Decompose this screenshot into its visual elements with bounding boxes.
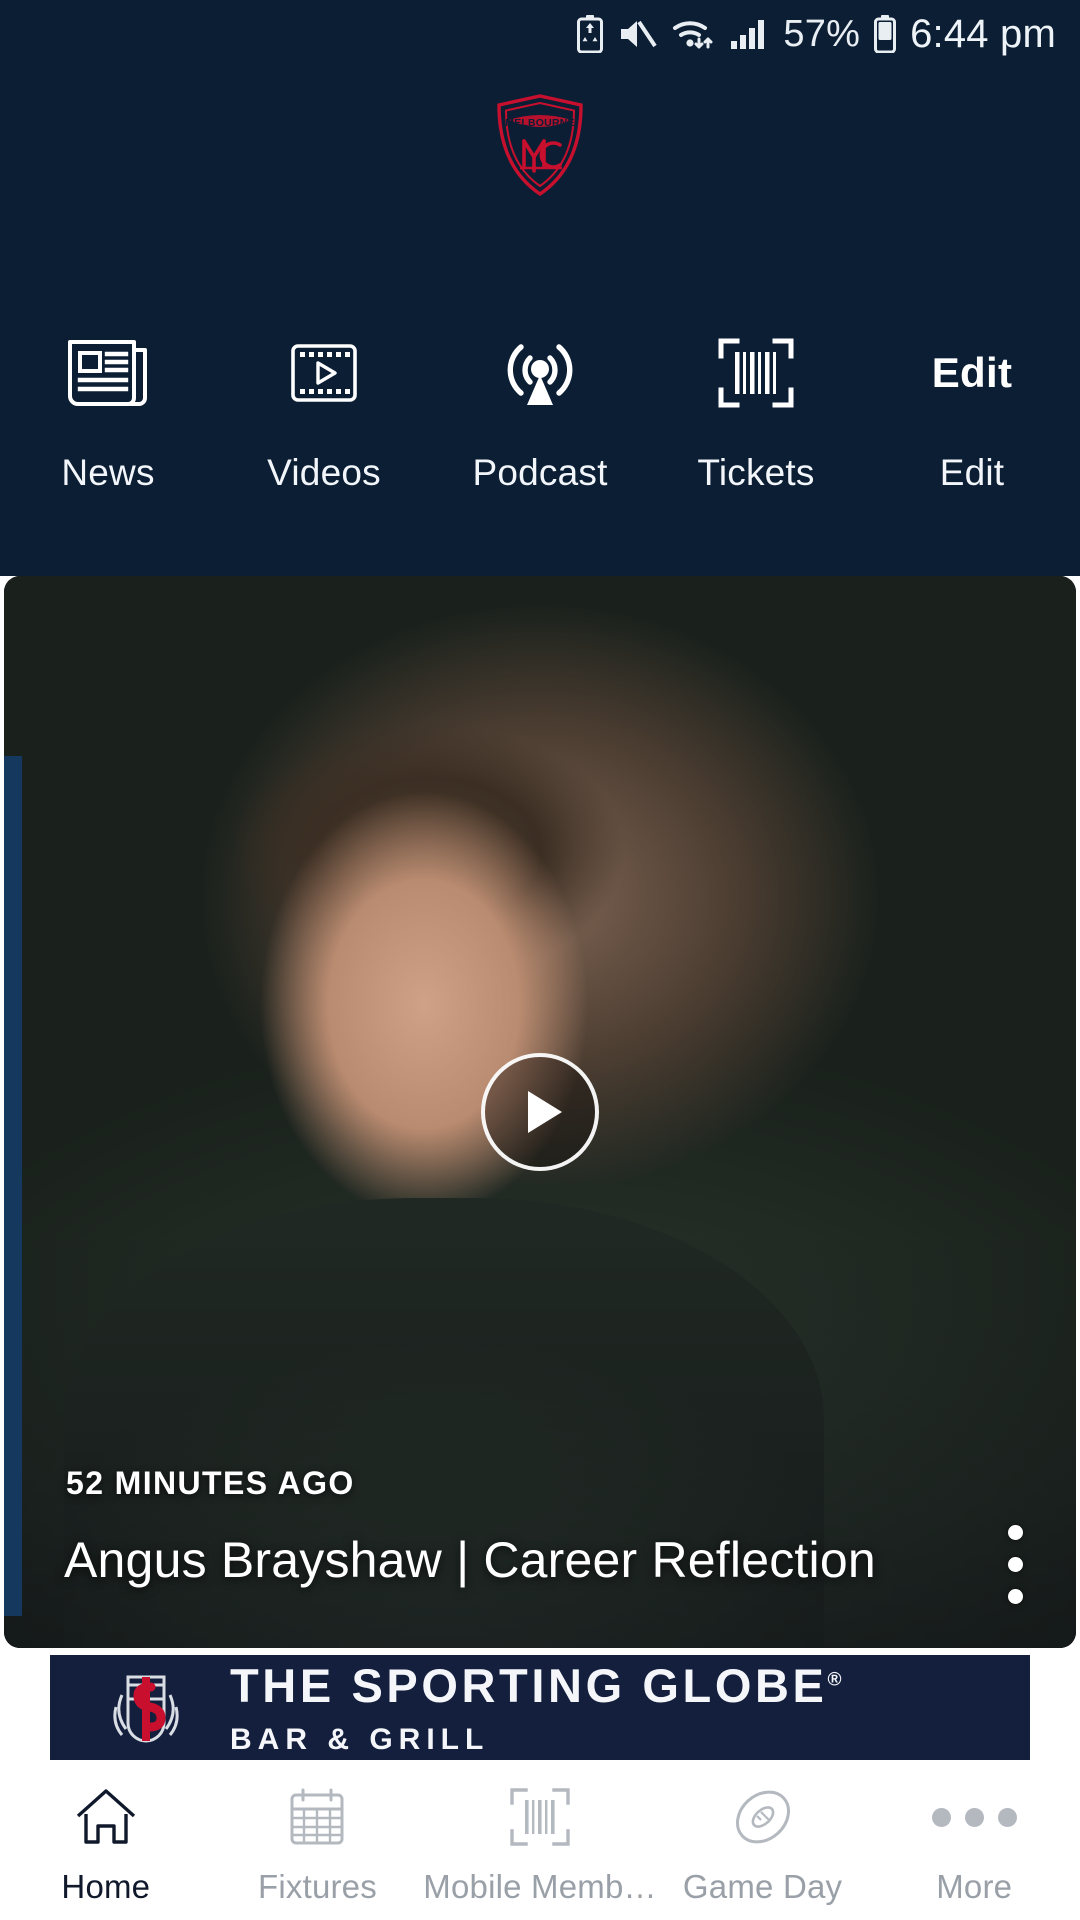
more-dot bbox=[931, 1807, 951, 1827]
newspaper-icon bbox=[66, 318, 150, 428]
app-header: MELBOURNE News Videos Podcast Tickets Ed… bbox=[0, 68, 1080, 576]
banner-text-block: THE SPORTING GLOBE® BAR & GRILL bbox=[230, 1658, 842, 1757]
kebab-dot bbox=[1007, 1556, 1023, 1572]
nav-item-home[interactable]: Home bbox=[0, 1774, 212, 1906]
bottom-navigation-bar: Home Fixtures Mobile Memb… Game Day More bbox=[0, 1760, 1080, 1920]
nav-item-game-day[interactable]: Game Day bbox=[657, 1774, 869, 1906]
more-dot bbox=[997, 1807, 1017, 1827]
edit-text-icon: Edit bbox=[932, 318, 1013, 428]
nav-item-more[interactable]: More bbox=[868, 1774, 1080, 1906]
banner-title: THE SPORTING GLOBE® bbox=[230, 1658, 842, 1713]
more-dot bbox=[964, 1807, 984, 1827]
card-title: Angus Brayshaw | Career Reflection bbox=[64, 1532, 876, 1588]
video-story-card[interactable]: 52 MINUTES AGO Angus Brayshaw | Career R… bbox=[4, 576, 1076, 1648]
calendar-icon bbox=[288, 1774, 346, 1860]
banner-subtitle: BAR & GRILL bbox=[230, 1723, 490, 1756]
broadcast-antenna-icon bbox=[499, 318, 581, 428]
quick-link-label: Edit bbox=[939, 452, 1005, 493]
registered-mark: ® bbox=[827, 1669, 842, 1691]
banner-title-text: THE SPORTING GLOBE bbox=[230, 1659, 828, 1712]
the-sporting-globe-ad[interactable]: THE SPORTING GLOBE® BAR & GRILL bbox=[50, 1655, 1030, 1760]
barcode-scan-icon bbox=[717, 318, 795, 428]
battery-saver-icon bbox=[577, 15, 604, 53]
cellular-signal-icon bbox=[729, 17, 769, 51]
nav-label: Home bbox=[61, 1868, 151, 1905]
nav-label: Mobile Memb… bbox=[423, 1868, 657, 1905]
quick-link-videos[interactable]: Videos bbox=[216, 318, 432, 494]
football-icon bbox=[732, 1774, 794, 1860]
nav-label: Fixtures bbox=[257, 1868, 377, 1905]
wifi-icon bbox=[671, 17, 715, 51]
sporting-globe-crest-icon bbox=[98, 1655, 194, 1760]
quick-link-tickets[interactable]: Tickets bbox=[648, 318, 864, 494]
more-dots-group bbox=[931, 1807, 1017, 1827]
barcode-scan-icon bbox=[509, 1774, 571, 1860]
card-accent-bar bbox=[4, 756, 22, 1616]
nav-item-fixtures[interactable]: Fixtures bbox=[212, 1774, 424, 1906]
club-logo-wrap[interactable]: MELBOURNE bbox=[0, 93, 1080, 202]
battery-percent-label: 57% bbox=[783, 12, 861, 55]
quick-link-label: Videos bbox=[267, 452, 381, 493]
battery-icon bbox=[874, 15, 897, 53]
home-icon bbox=[75, 1774, 137, 1860]
nav-label: More bbox=[936, 1868, 1013, 1905]
quick-link-label: Podcast bbox=[472, 452, 608, 493]
kebab-menu-icon[interactable] bbox=[992, 1514, 1038, 1614]
kebab-dot bbox=[1007, 1588, 1023, 1604]
play-triangle bbox=[528, 1091, 562, 1133]
quick-link-label: Tickets bbox=[697, 452, 815, 493]
film-play-icon bbox=[289, 318, 359, 428]
quick-links-row: News Videos Podcast Tickets Edit Edit bbox=[0, 318, 1080, 494]
play-icon[interactable] bbox=[481, 1053, 599, 1171]
melbourne-football-club-logo[interactable]: MELBOURNE bbox=[494, 93, 586, 202]
quick-link-label: News bbox=[61, 452, 155, 493]
edit-glyph-label: Edit bbox=[931, 349, 1013, 396]
quick-link-podcast[interactable]: Podcast bbox=[432, 318, 648, 494]
nav-label: Game Day bbox=[682, 1868, 843, 1905]
quick-link-news[interactable]: News bbox=[0, 318, 216, 494]
kebab-dot bbox=[1007, 1524, 1023, 1540]
more-dots-icon bbox=[931, 1774, 1017, 1860]
svg-text:MELBOURNE: MELBOURNE bbox=[505, 117, 574, 129]
status-bar-clock: 6:44 pm bbox=[910, 11, 1056, 56]
mute-icon bbox=[617, 17, 658, 51]
app-screen: 57% 6:44 pm MELBOURNE News Videos Podcas… bbox=[0, 0, 1080, 1920]
quick-link-edit[interactable]: Edit Edit bbox=[864, 318, 1080, 494]
status-bar: 57% 6:44 pm bbox=[0, 0, 1080, 68]
nav-item-mobile-membership[interactable]: Mobile Memb… bbox=[423, 1774, 657, 1906]
card-timestamp: 52 MINUTES AGO bbox=[66, 1465, 355, 1501]
